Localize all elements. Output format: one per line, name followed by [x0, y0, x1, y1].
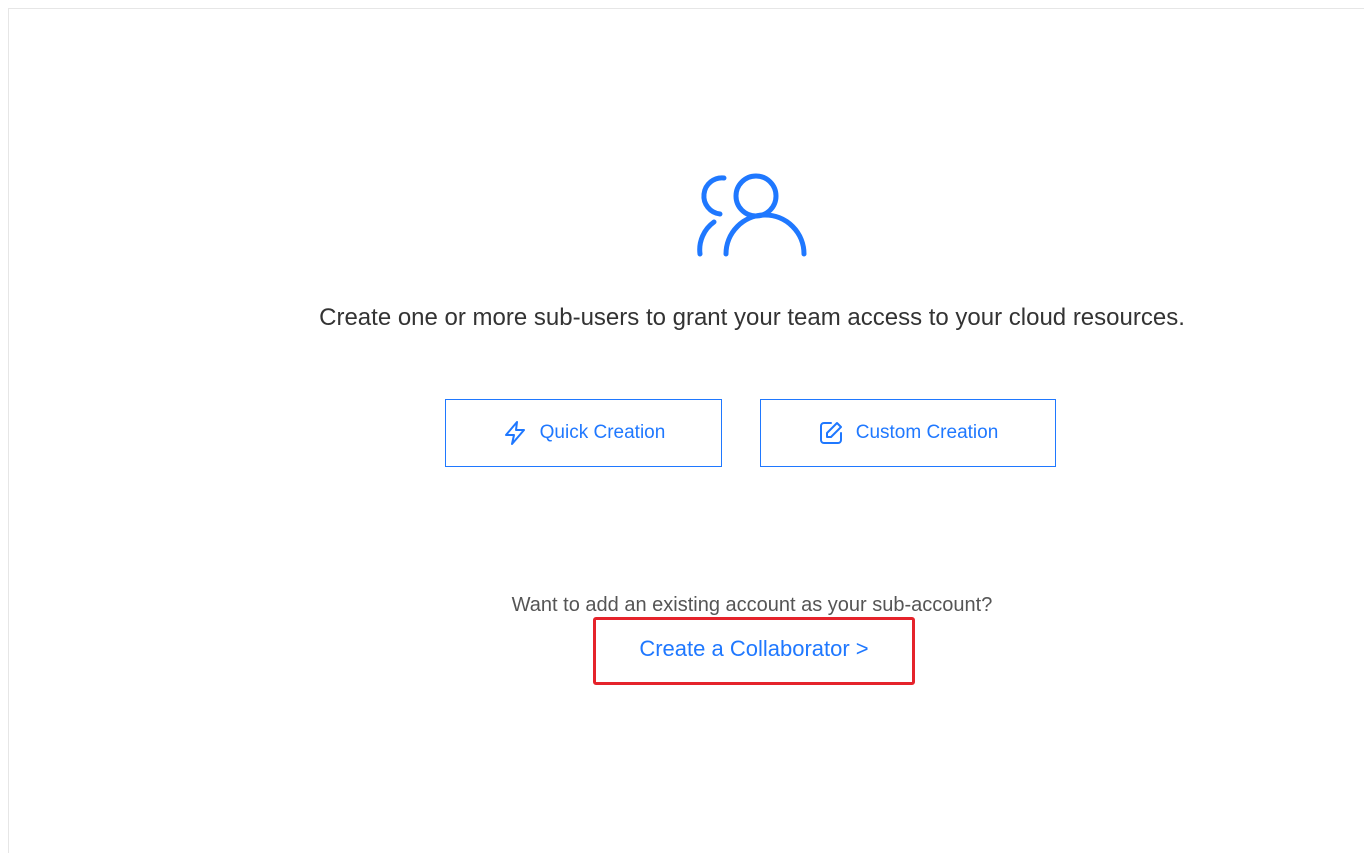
- lightning-icon: [502, 420, 528, 446]
- quick-creation-button[interactable]: Quick Creation: [445, 399, 722, 467]
- custom-creation-label: Custom Creation: [855, 422, 999, 443]
- empty-state-message: Create one or more sub-users to grant yo…: [319, 304, 1185, 331]
- collaborator-question: Want to add an existing account as your …: [511, 594, 993, 616]
- custom-creation-button[interactable]: Custom Creation: [760, 399, 1056, 467]
- create-collaborator-link[interactable]: Create a Collaborator >: [593, 636, 915, 662]
- edit-icon: [818, 420, 844, 446]
- quick-creation-label: Quick Creation: [539, 422, 666, 443]
- users-icon: [696, 170, 808, 258]
